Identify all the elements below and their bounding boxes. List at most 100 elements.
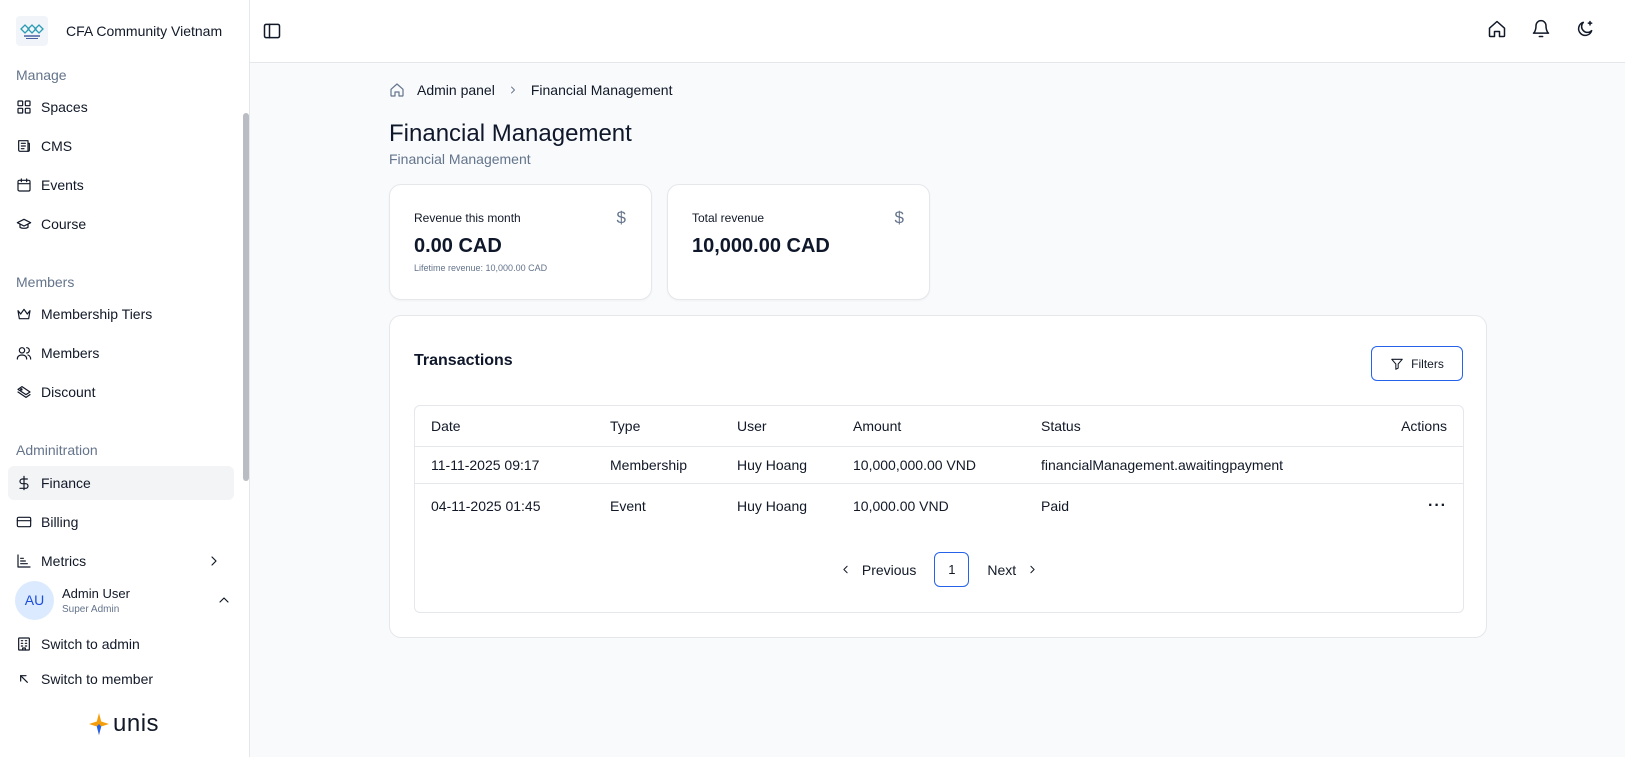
newspaper-icon xyxy=(18,140,30,152)
section-label-administration: Adminitration xyxy=(16,442,98,458)
filters-button[interactable]: Filters xyxy=(1371,346,1463,381)
sidebar-item-billing[interactable]: Billing xyxy=(8,505,234,539)
chevron-right-icon xyxy=(510,86,515,94)
brand[interactable]: CFA Community Vietnam xyxy=(16,16,222,46)
cell-amount: 10,000,000.00 VND xyxy=(837,446,1025,484)
sidebar-item-membership-tiers[interactable]: Membership Tiers xyxy=(8,297,234,331)
stat-note: Lifetime revenue: 10,000.00 CAD xyxy=(414,263,548,273)
section-label-members: Members xyxy=(16,274,75,290)
sidebar-item-label: Events xyxy=(41,177,84,193)
graduation-cap-icon xyxy=(16,218,32,229)
cell-user: Huy Hoang xyxy=(737,498,808,515)
sidebar-scrollbar[interactable] xyxy=(243,113,249,481)
column-header-user: User xyxy=(721,406,837,447)
page-title: Financial Management xyxy=(389,120,632,147)
next-page-button[interactable]: Next xyxy=(987,562,1039,578)
stat-value: 0.00 CAD xyxy=(414,235,502,257)
user-info: Admin User Super Admin xyxy=(62,586,130,615)
brand-logo-icon xyxy=(16,16,48,46)
users-icon xyxy=(16,347,32,360)
user-role: Super Admin xyxy=(62,603,120,615)
chevron-right-icon xyxy=(1030,565,1035,574)
dollar-icon xyxy=(19,475,29,491)
building-icon xyxy=(18,637,30,651)
sidebar-item-label: CMS xyxy=(41,138,73,154)
dollar-icon: $ xyxy=(616,208,626,227)
cell-status: Paid xyxy=(1041,498,1070,515)
page-subtitle: Financial Management xyxy=(389,151,531,167)
stat-label: Revenue this month xyxy=(414,211,521,225)
sidebar-item-label: Metrics xyxy=(41,553,87,569)
sparkle-logo-icon xyxy=(89,713,109,735)
chevron-left-icon xyxy=(843,565,848,574)
sidebar-toggle-icon[interactable] xyxy=(262,21,282,41)
breadcrumb-admin-panel[interactable]: Admin panel xyxy=(417,82,495,98)
brand-name: CFA Community Vietnam xyxy=(66,23,223,39)
sidebar-item-cms[interactable]: CMS xyxy=(8,129,234,163)
filters-label: Filters xyxy=(1411,356,1444,371)
top-actions xyxy=(1487,19,1595,39)
user-name: Admin User xyxy=(62,585,130,601)
sidebar: CFA Community Vietnam Manage Spaces CMS … xyxy=(0,0,250,757)
moon-icon[interactable] xyxy=(1575,19,1595,39)
cell-date: 11-11-2025 09:17 xyxy=(415,446,594,484)
switch-to-member-label: Switch to member xyxy=(41,671,154,687)
sidebar-item-label: Course xyxy=(41,216,87,232)
sidebar-item-label: Spaces xyxy=(41,99,88,115)
sidebar-item-members[interactable]: Members xyxy=(8,336,234,370)
table-header-row: Date Type User Amount Status Actions xyxy=(415,406,1463,447)
sidebar-item-spaces[interactable]: Spaces xyxy=(8,90,234,124)
sidebar-item-label: Discount xyxy=(41,384,96,400)
section-label-manage: Manage xyxy=(16,67,67,83)
table-row[interactable]: 04-11-2025 01:45 Event Huy Hoang 10,000.… xyxy=(415,483,1463,529)
stat-card-revenue-month: Revenue this month $ 0.00 CAD Lifetime r… xyxy=(389,184,652,300)
unis-logo: unis xyxy=(88,710,159,738)
next-label: Next xyxy=(987,561,1017,578)
cell-amount: 10,000.00 VND xyxy=(853,498,949,515)
chevron-up-icon[interactable] xyxy=(216,592,232,608)
cell-type: Event xyxy=(610,498,646,515)
calendar-icon xyxy=(17,178,31,192)
unis-logo-text: unis xyxy=(113,710,160,737)
more-actions-icon[interactable]: ··· xyxy=(1428,497,1447,515)
filter-icon xyxy=(1391,358,1403,370)
switch-to-admin-button[interactable]: Switch to admin xyxy=(8,627,234,661)
switch-to-admin-label: Switch to admin xyxy=(41,636,140,652)
pagination: Previous 1 Next xyxy=(415,552,1463,587)
sidebar-item-finance[interactable]: Finance xyxy=(8,466,234,500)
chart-icon xyxy=(17,554,31,568)
sidebar-item-label: Finance xyxy=(41,475,91,491)
column-header-date: Date xyxy=(415,406,594,447)
home-icon[interactable] xyxy=(389,82,405,98)
tickets-icon xyxy=(17,386,31,398)
stat-label: Total revenue xyxy=(692,211,765,225)
sidebar-item-discount[interactable]: Discount xyxy=(8,375,234,409)
cell-actions: ··· xyxy=(1366,483,1463,529)
bell-icon[interactable] xyxy=(1531,19,1551,39)
table-row[interactable]: 11-11-2025 09:17 Membership Huy Hoang 10… xyxy=(415,446,1463,484)
sidebar-item-label: Billing xyxy=(41,514,79,530)
column-header-status: Status xyxy=(1025,406,1367,447)
breadcrumb-current: Financial Management xyxy=(530,82,673,98)
sidebar-item-events[interactable]: Events xyxy=(8,168,234,202)
cell-user: Huy Hoang xyxy=(721,446,837,484)
transactions-card: Transactions Filters Date Type User Amou… xyxy=(389,315,1487,638)
stat-value: 10,000.00 CAD xyxy=(692,235,830,257)
column-header-amount: Amount xyxy=(837,406,1025,447)
breadcrumb: Admin panel Financial Management xyxy=(389,82,672,98)
switch-to-member-button[interactable]: Switch to member xyxy=(8,662,234,696)
transactions-table: Date Type User Amount Status Actions 11-… xyxy=(414,405,1464,613)
chevron-right-icon xyxy=(211,556,217,566)
dollar-icon: $ xyxy=(894,208,904,227)
sidebar-item-course[interactable]: Course xyxy=(8,207,234,241)
sidebar-item-metrics[interactable]: Metrics xyxy=(8,544,234,578)
sidebar-item-label: Membership Tiers xyxy=(41,306,153,322)
page-number-current[interactable]: 1 xyxy=(934,552,970,587)
stat-card-total-revenue: Total revenue $ 10,000.00 CAD xyxy=(667,184,930,300)
home-icon[interactable] xyxy=(1487,19,1507,39)
avatar: AU xyxy=(15,580,54,620)
previous-label: Previous xyxy=(861,561,917,578)
user-menu[interactable]: AU Admin User Super Admin xyxy=(15,580,240,620)
previous-page-button[interactable]: Previous xyxy=(839,562,916,578)
grid-icon xyxy=(17,100,31,114)
